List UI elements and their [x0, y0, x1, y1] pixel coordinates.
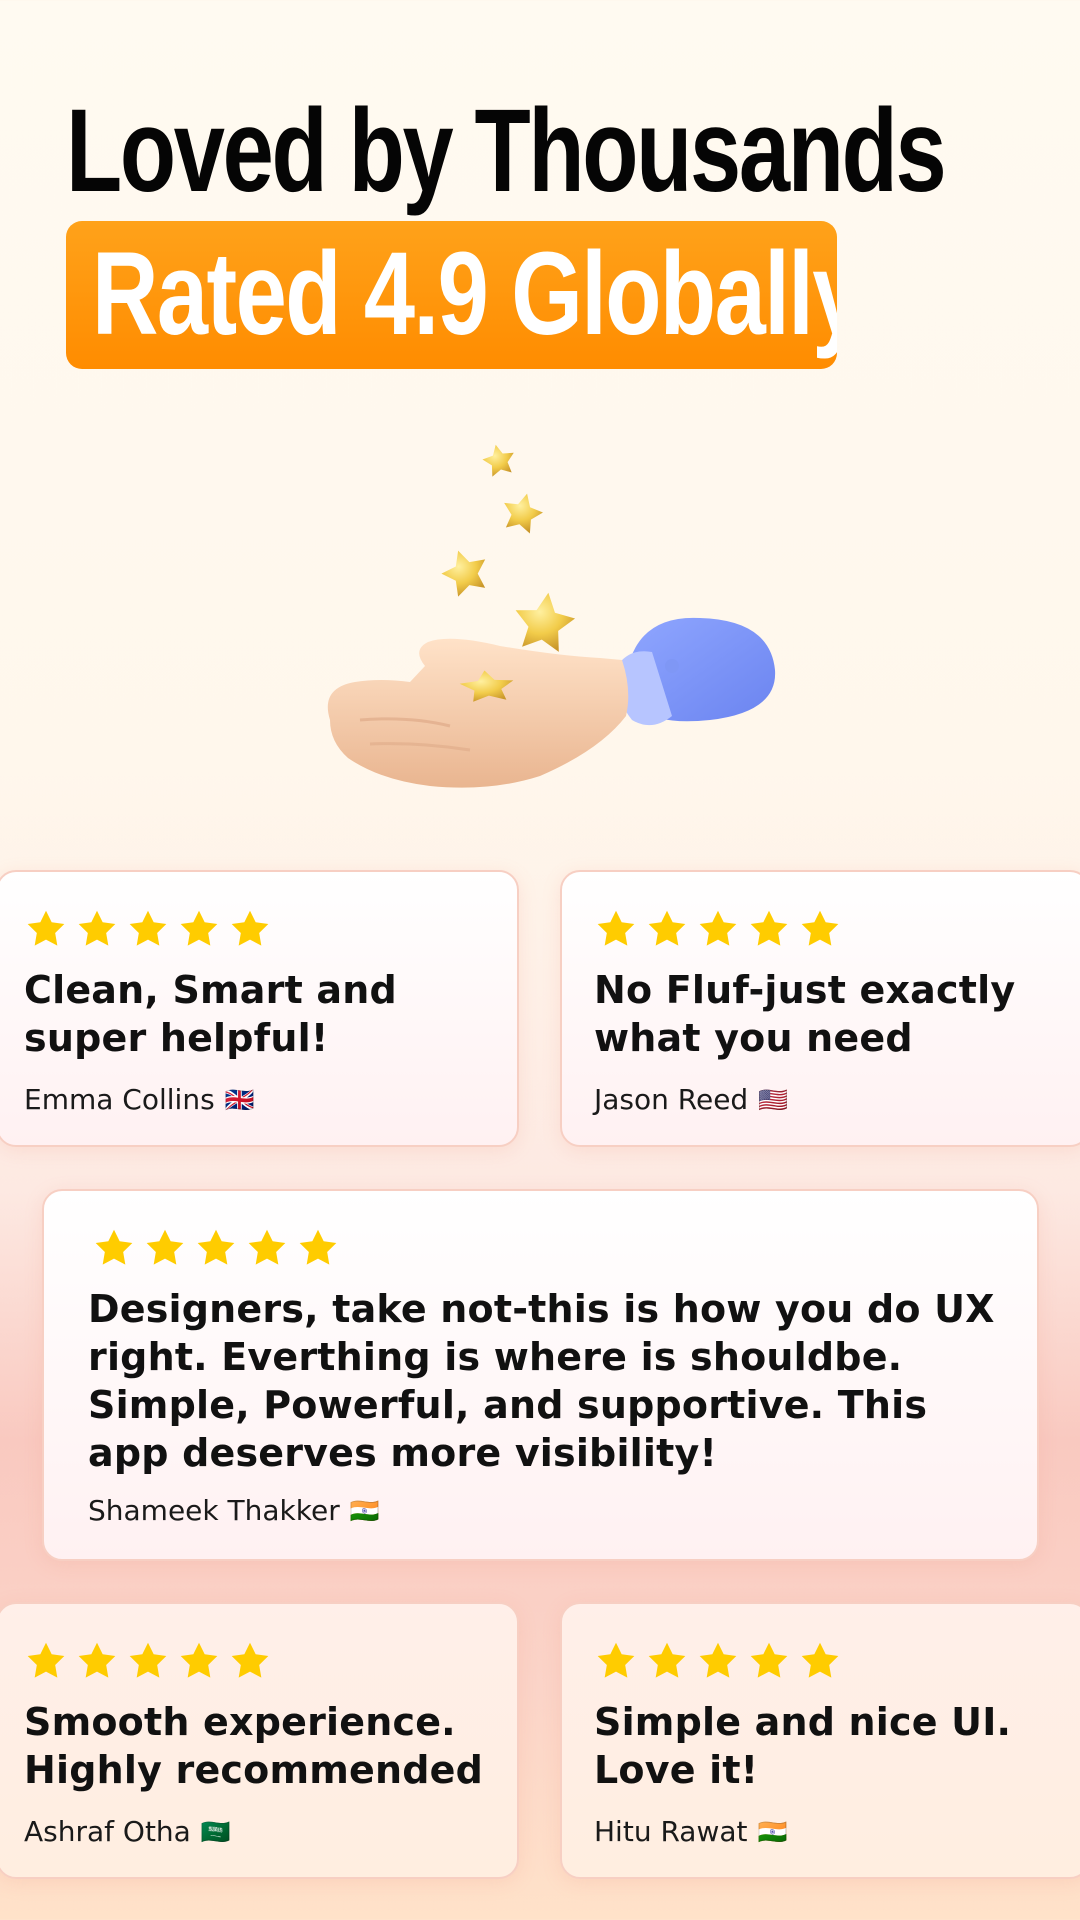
- star-icon: [75, 1640, 119, 1684]
- rating-banner: Rated 4.9 Globally: [66, 221, 837, 369]
- review-text: Smooth experience. Highly recommended: [24, 1700, 484, 1792]
- star-icon: [798, 908, 842, 952]
- star-icon: [194, 1227, 238, 1271]
- star-icon: [126, 1640, 170, 1684]
- reviewer-name: Emma Collins 🇬🇧: [24, 1082, 255, 1118]
- reviewer-author: Hitu Rawat: [594, 1815, 748, 1848]
- star-icon: [92, 1227, 136, 1271]
- hand-with-stars-icon: [327, 444, 776, 788]
- star-icon: [143, 1227, 187, 1271]
- star-icon: [245, 1227, 289, 1271]
- reviewer-author: Jason Reed: [594, 1083, 749, 1116]
- country-flag-icon: 🇺🇸: [758, 1086, 789, 1114]
- star-rating: [594, 1640, 842, 1684]
- falling-star-icon: [504, 493, 543, 534]
- page-title: Loved by Thousands: [66, 85, 947, 217]
- star-icon: [228, 1640, 272, 1684]
- star-icon: [24, 1640, 68, 1684]
- falling-star-icon: [441, 550, 486, 597]
- review-card: Designers, take not-this is how you do U…: [42, 1189, 1039, 1561]
- star-icon: [75, 908, 119, 952]
- review-card: No Fluf-just exactly what you need Jason…: [560, 870, 1080, 1147]
- country-flag-icon: 🇸🇦: [200, 1818, 231, 1846]
- star-icon: [747, 1640, 791, 1684]
- falling-star-icon: [515, 592, 576, 652]
- reviewer-name: Jason Reed 🇺🇸: [594, 1082, 788, 1118]
- star-icon: [747, 908, 791, 952]
- review-card: Simple and nice UI. Love it! Hitu Rawat 🇮…: [560, 1602, 1080, 1879]
- review-card: Clean, Smart and super helpful! Emma Col…: [0, 870, 519, 1147]
- star-icon: [594, 908, 638, 952]
- review-card: Smooth experience. Highly recommended As…: [0, 1602, 519, 1879]
- star-icon: [645, 908, 689, 952]
- hand-shape: [327, 638, 629, 788]
- star-icon: [24, 908, 68, 952]
- country-flag-icon: 🇮🇳: [349, 1497, 380, 1525]
- star-icon: [296, 1227, 340, 1271]
- star-rating: [24, 908, 272, 952]
- star-icon: [228, 908, 272, 952]
- rating-banner-label: Rated 4.9 Globally: [92, 228, 837, 360]
- reviewer-name: Shameek Thakker 🇮🇳: [88, 1493, 380, 1529]
- country-flag-icon: 🇮🇳: [757, 1818, 788, 1846]
- country-flag-icon: 🇬🇧: [224, 1086, 255, 1114]
- star-icon: [177, 908, 221, 952]
- star-icon: [696, 1640, 740, 1684]
- star-icon: [126, 908, 170, 952]
- star-rating: [92, 1227, 340, 1271]
- review-text: Designers, take not-this is how you do U…: [88, 1287, 995, 1475]
- star-rating: [24, 1640, 272, 1684]
- star-icon: [645, 1640, 689, 1684]
- star-icon: [696, 908, 740, 952]
- star-rating: [594, 908, 842, 952]
- review-text: Clean, Smart and super helpful!: [24, 968, 397, 1060]
- star-icon: [594, 1640, 638, 1684]
- star-icon: [798, 1640, 842, 1684]
- reviewer-author: Emma Collins: [24, 1083, 215, 1116]
- reviewer-author: Shameek Thakker: [88, 1494, 340, 1527]
- review-text: Simple and nice UI. Love it!: [594, 1700, 1012, 1792]
- reviewer-name: Ashraf Otha 🇸🇦: [24, 1814, 231, 1850]
- reviewer-name: Hitu Rawat 🇮🇳: [594, 1814, 787, 1850]
- reviewer-author: Ashraf Otha: [24, 1815, 191, 1848]
- star-icon: [177, 1640, 221, 1684]
- review-text: No Fluf-just exactly what you need: [594, 968, 1016, 1060]
- falling-star-icon: [482, 444, 514, 477]
